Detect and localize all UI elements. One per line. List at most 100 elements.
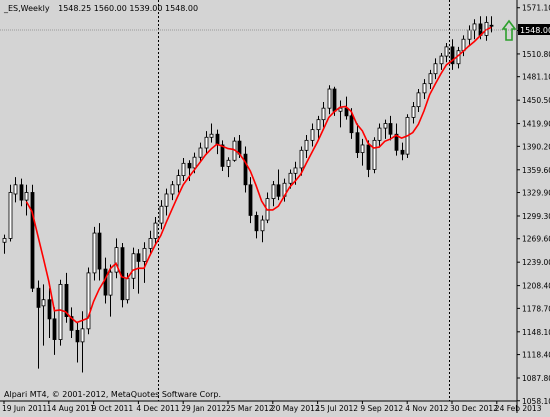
y-tick-label: 1239.00 (522, 258, 550, 267)
candle-body-up (293, 167, 298, 174)
candle-body-down (36, 287, 41, 308)
candle-body-up (467, 29, 472, 40)
y-tick-label: 1208.40 (522, 282, 550, 291)
candle (58, 279, 63, 346)
candle-body-up (383, 123, 388, 129)
candle-body-up (108, 271, 113, 296)
candle-body-up (24, 192, 29, 201)
y-tick-label: 1148.10 (522, 328, 550, 337)
candle-body-up (181, 162, 186, 177)
price-tag: 1548.00 (518, 24, 550, 35)
candle-body-up (2, 238, 7, 243)
candle-body-up (377, 127, 382, 141)
chart-window: 1571.101541.401510.801481.101450.501419.… (0, 0, 550, 413)
y-tick-label: 1390.20 (522, 142, 550, 151)
candle-body-up (316, 119, 321, 131)
candle-body-down (344, 107, 349, 117)
candle-body-down (103, 268, 108, 296)
candle-body-down (30, 192, 35, 289)
candle-body-up (170, 184, 175, 195)
candle-body-down (47, 299, 52, 320)
candle-body-down (489, 24, 494, 27)
candle-body-down (355, 132, 360, 154)
candle (8, 184, 13, 242)
candle-body-up (299, 149, 304, 169)
candle-body-up (304, 139, 309, 151)
candle (372, 137, 377, 174)
candle-body-up (92, 232, 97, 274)
candle-body-down (136, 253, 141, 262)
candle-body-up (58, 283, 63, 340)
y-tick-label: 1299.30 (522, 212, 550, 221)
candle-body-down (248, 184, 253, 216)
x-tick-label: 25 Mar 2012 (226, 404, 274, 413)
y-tick-label: 1359.60 (522, 166, 550, 175)
candle (30, 184, 35, 293)
x-tick-label: 30 Dec 2012 (450, 404, 498, 413)
y-tick-label: 1269.60 (522, 235, 550, 244)
candle-body-up (153, 222, 158, 239)
candle-body-down (215, 133, 220, 146)
x-tick-label: 15 Jul 2012 (316, 404, 359, 413)
candle-body-down (254, 215, 259, 232)
candle-body-up (198, 147, 203, 158)
chart-header: _ES,Weekly 1548.25 1560.00 1539.00 1548.… (3, 4, 198, 13)
candle-body-up (192, 156, 197, 169)
candle-body-up (13, 184, 18, 195)
candlestick-chart[interactable]: 1571.101541.401510.801481.101450.501419.… (0, 0, 550, 413)
candle-body-down (52, 318, 57, 340)
candle-body-up (444, 46, 449, 57)
y-tick-label: 1178.70 (522, 304, 550, 313)
candle-body-up (416, 92, 421, 108)
candle-body-up (125, 277, 130, 301)
x-tick-label: 4 Nov 2012 (405, 404, 448, 413)
candle-body-up (131, 253, 136, 279)
candle-body-up (439, 55, 444, 65)
x-tick-label: 14 Aug 2011 (47, 404, 95, 413)
x-tick-label: 29 Jan 2012 (181, 404, 226, 413)
price-tag-label: 1548.00 (520, 26, 550, 35)
candle-body-down (120, 247, 125, 301)
candle-body-up (164, 193, 169, 207)
candle-body-up (159, 205, 164, 224)
candle-body-up (86, 272, 91, 330)
candle-body-up (360, 144, 365, 154)
candle (86, 267, 91, 335)
candle (220, 140, 225, 172)
candle-body-up (321, 107, 326, 121)
candle-body-up (271, 184, 276, 199)
y-tick-label: 1118.40 (522, 351, 550, 360)
y-tick-label: 1481.10 (522, 73, 550, 82)
symbol-label: _ES,Weekly (3, 4, 50, 13)
candle-body-down (220, 144, 225, 167)
candle-body-up (411, 106, 416, 118)
candle (92, 226, 97, 281)
x-tick-label: 19 Jun 2011 (2, 404, 47, 413)
candle-body-up (422, 83, 427, 94)
candle-body-up (260, 219, 265, 232)
candle-body-up (372, 139, 377, 170)
candle-body-up (41, 299, 46, 307)
x-tick-label: 4 Dec 2011 (136, 404, 179, 413)
candle-body-up (288, 172, 293, 184)
watermark-text: Alpari MT4, © 2001-2012, MetaQuotes Soft… (4, 390, 221, 399)
y-tick-label: 1329.90 (522, 189, 550, 198)
candle-body-up (142, 247, 147, 262)
x-tick-label: 24 Feb 2013 (495, 404, 542, 413)
y-tick-label: 1571.10 (522, 4, 550, 13)
candle-body-down (388, 123, 393, 135)
x-tick-label: 20 May 2012 (271, 404, 320, 413)
y-tick-label: 1087.80 (522, 374, 550, 383)
y-tick-label: 1510.80 (522, 50, 550, 59)
x-tick-label: 9 Oct 2011 (92, 404, 134, 413)
candle-body-up (209, 133, 214, 138)
candle-body-up (433, 63, 438, 75)
candle-body-up (148, 238, 153, 249)
candle-body-up (428, 73, 433, 85)
candle-body-up (204, 136, 209, 149)
candle-body-down (243, 153, 248, 186)
ohlc-label: 1548.25 1560.00 1539.00 1548.00 (58, 4, 198, 13)
candle-body-down (75, 329, 80, 343)
candle-body-down (332, 88, 337, 112)
candle-body-up (176, 175, 181, 186)
